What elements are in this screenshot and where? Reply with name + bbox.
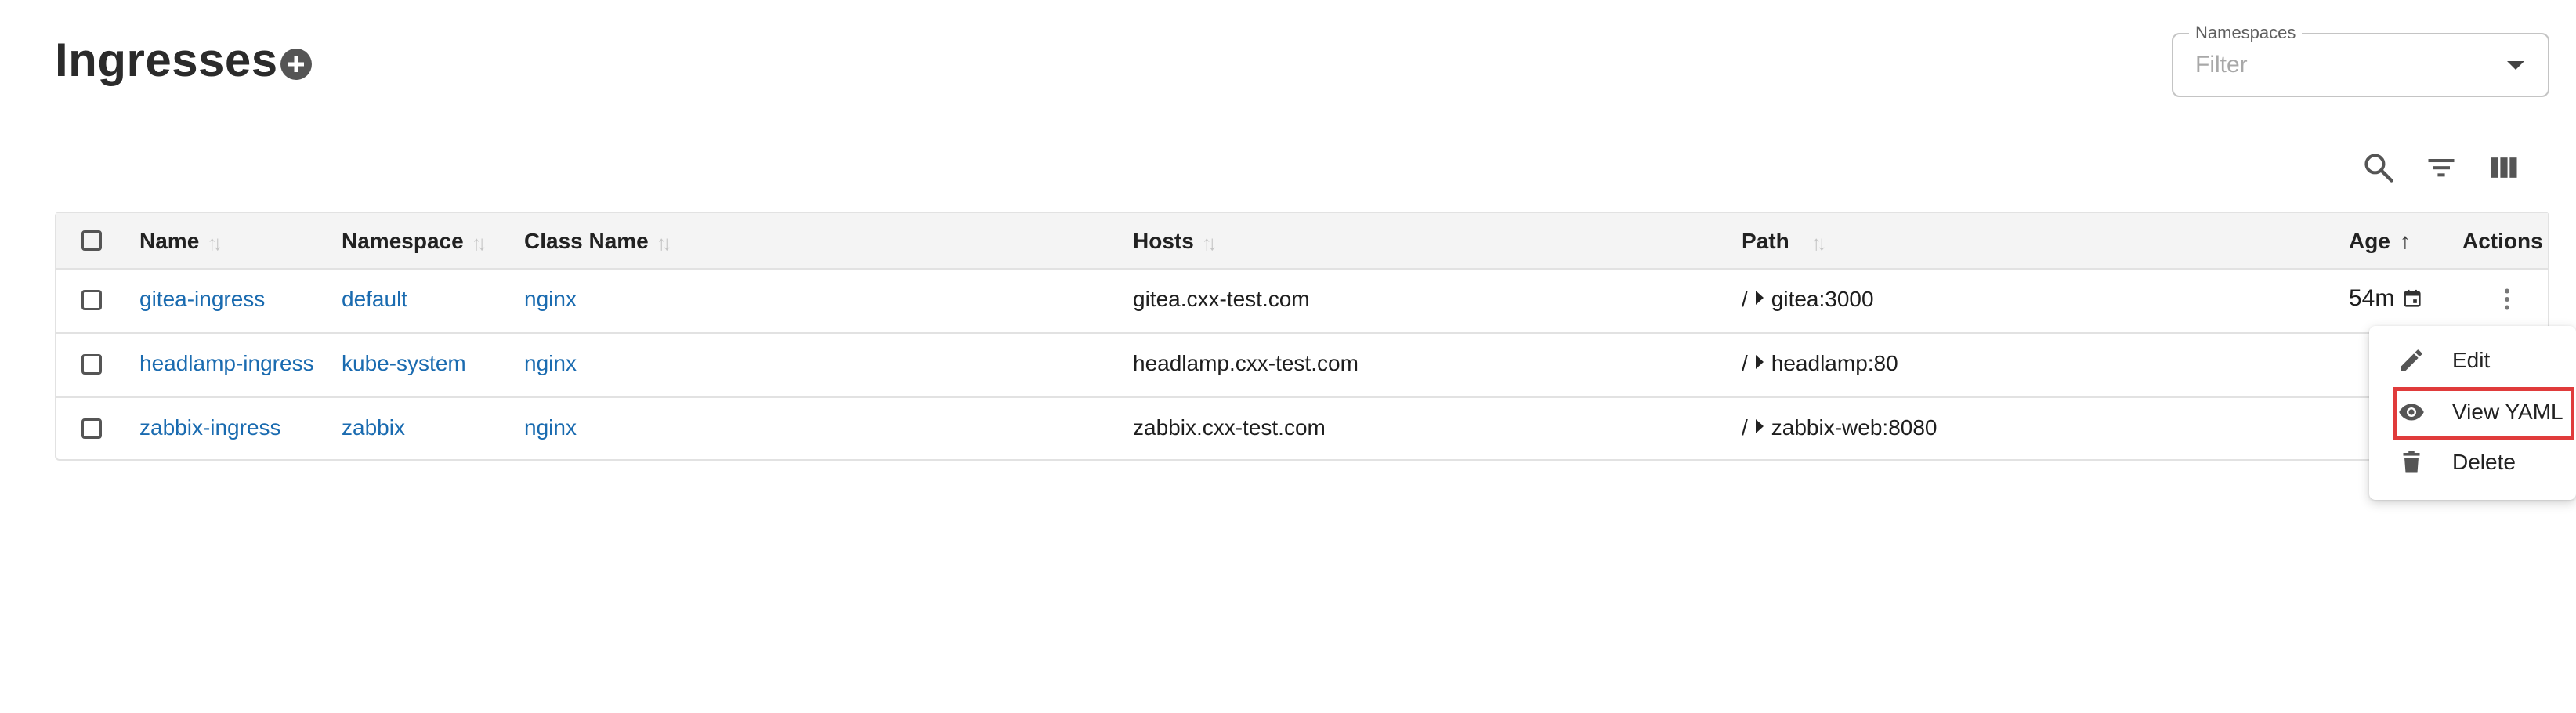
- sort-icon[interactable]: ↑↓: [207, 231, 223, 255]
- menu-item-edit[interactable]: Edit: [2369, 337, 2576, 384]
- column-header-path[interactable]: Path ↑↓: [1742, 229, 1827, 255]
- table-row: zabbix-ingress zabbix nginx zabbix.cxx-t…: [56, 396, 2548, 461]
- select-all-checkbox[interactable]: [81, 230, 102, 251]
- more-vert-icon[interactable]: [2493, 285, 2521, 313]
- sort-icon[interactable]: ↑↓: [1202, 231, 1217, 255]
- namespaces-filter[interactable]: Namespaces: [2172, 23, 2549, 97]
- table-row: gitea-ingress default nginx gitea.cxx-te…: [56, 268, 2548, 334]
- column-header-age[interactable]: Age ↑: [2349, 229, 2411, 254]
- column-header-actions: Actions: [2462, 229, 2543, 253]
- age-value: 54m: [2349, 285, 2423, 312]
- ingress-name-link[interactable]: gitea-ingress: [139, 287, 265, 312]
- class-name-link[interactable]: nginx: [524, 351, 577, 376]
- menu-item-label: Edit: [2452, 348, 2491, 372]
- ingress-name-link[interactable]: zabbix-ingress: [139, 415, 281, 440]
- menu-item-delete[interactable]: Delete: [2369, 439, 2576, 486]
- menu-item-view-yaml[interactable]: View YAML: [2369, 389, 2576, 436]
- pencil-icon: [2401, 349, 2422, 371]
- hosts-value: zabbix.cxx-test.com: [1133, 415, 1326, 440]
- sort-icon[interactable]: ↑↓: [1811, 231, 1827, 255]
- namespace-link[interactable]: kube-system: [342, 351, 466, 376]
- namespace-link[interactable]: zabbix: [342, 415, 405, 440]
- row-checkbox[interactable]: [81, 418, 102, 439]
- namespaces-label: Namespaces: [2189, 23, 2303, 43]
- page-title: Ingresses: [55, 34, 278, 86]
- menu-item-label: View YAML: [2452, 400, 2563, 424]
- path-value: / gitea:3000: [1742, 287, 1874, 311]
- column-header-hosts[interactable]: Hosts ↑↓: [1133, 229, 1217, 255]
- path-value: / headlamp:80: [1742, 351, 1898, 375]
- table-header: Name ↑↓ Namespace ↑↓ Class Name ↑↓ Hosts ↑↓ …: [56, 213, 2548, 270]
- search-icon[interactable]: [2361, 150, 2396, 185]
- row-checkbox[interactable]: [81, 290, 102, 310]
- table-row: headlamp-ingress kube-system nginx headl…: [56, 332, 2548, 398]
- hosts-value: gitea.cxx-test.com: [1133, 287, 1310, 311]
- trash-icon: [2403, 451, 2420, 473]
- class-name-link[interactable]: nginx: [524, 287, 577, 312]
- expand-arrow-icon[interactable]: [1755, 291, 1764, 305]
- sort-icon[interactable]: ↑↓: [657, 231, 672, 255]
- class-name-link[interactable]: nginx: [524, 415, 577, 440]
- columns-icon[interactable]: [2487, 150, 2521, 185]
- menu-item-label: Delete: [2452, 450, 2516, 474]
- sort-icon[interactable]: ↑↓: [472, 231, 487, 255]
- calendar-icon[interactable]: [2401, 288, 2423, 309]
- namespace-link[interactable]: default: [342, 287, 407, 312]
- row-checkbox[interactable]: [81, 354, 102, 375]
- column-header-name[interactable]: Name ↑↓: [139, 229, 223, 255]
- add-ingress-button[interactable]: [280, 49, 312, 80]
- dropdown-arrow-icon[interactable]: [2507, 61, 2524, 70]
- column-header-namespace[interactable]: Namespace ↑↓: [342, 229, 487, 255]
- expand-arrow-icon[interactable]: [1755, 419, 1764, 433]
- namespaces-input[interactable]: [2194, 47, 2495, 83]
- path-value: / zabbix-web:8080: [1742, 415, 1937, 440]
- hosts-value: headlamp.cxx-test.com: [1133, 351, 1359, 375]
- sort-ascending-icon[interactable]: ↑: [2400, 229, 2411, 253]
- ingress-name-link[interactable]: headlamp-ingress: [139, 351, 314, 376]
- eye-icon: [2399, 404, 2424, 421]
- ingresses-table: Name ↑↓ Namespace ↑↓ Class Name ↑↓ Hosts ↑↓ …: [55, 212, 2549, 461]
- row-actions-menu: Edit View YAML Delete: [2369, 326, 2576, 500]
- column-header-class-name[interactable]: Class Name ↑↓: [524, 229, 672, 255]
- filter-icon[interactable]: [2424, 150, 2458, 185]
- expand-arrow-icon[interactable]: [1755, 355, 1764, 369]
